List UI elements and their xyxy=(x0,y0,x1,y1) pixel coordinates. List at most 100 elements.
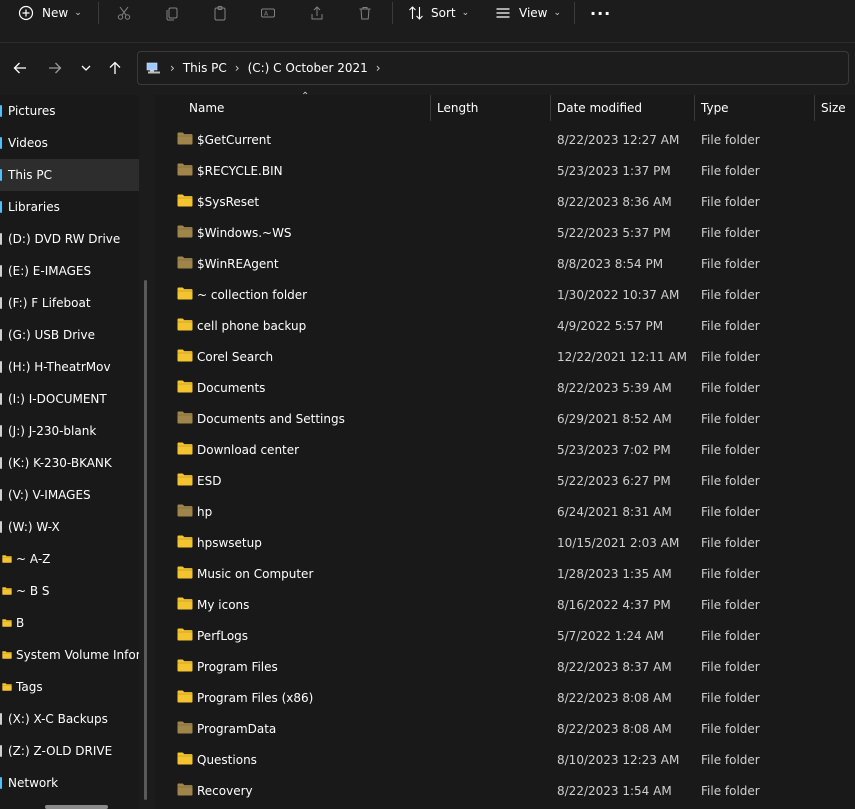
sidebar-item[interactable]: (W:) W-X xyxy=(0,511,139,543)
column-divider[interactable] xyxy=(430,95,431,121)
file-row[interactable]: Program Files 8/22/2023 8:37 AM File folde… xyxy=(155,651,855,682)
file-row[interactable]: Download center 5/23/2023 7:02 PM File fol… xyxy=(155,434,855,465)
sidebar-item-label: ~ A-Z xyxy=(16,552,51,566)
file-type: File folder xyxy=(701,380,760,395)
file-date-modified: 1/30/2022 10:37 AM xyxy=(557,287,680,302)
file-row[interactable]: $Windows.~WS 5/22/2023 5:37 PM File folder xyxy=(155,217,855,248)
folder-icon xyxy=(177,194,193,207)
file-row[interactable]: cell phone backup 4/9/2022 5:57 PM File fo… xyxy=(155,310,855,341)
file-name: $WinREAgent xyxy=(197,256,279,271)
column-divider[interactable] xyxy=(550,95,551,121)
drive-icon xyxy=(0,425,2,437)
navigation-row: › This PC › (C:) C October 2021 › xyxy=(0,42,855,93)
sidebar-scrollbar[interactable] xyxy=(144,280,147,800)
address-bar[interactable]: › This PC › (C:) C October 2021 › xyxy=(137,51,849,85)
file-type: File folder xyxy=(701,659,760,674)
sidebar-item[interactable]: (K:) K-230-BKANK xyxy=(0,447,139,479)
file-row[interactable]: Documents 8/22/2023 5:39 AM File folder xyxy=(155,372,855,403)
copy-button[interactable] xyxy=(164,0,180,26)
column-header-date-modified[interactable]: Date modified xyxy=(557,95,642,121)
sidebar-item-label: (F:) F Lifeboat xyxy=(8,296,91,310)
up-button[interactable] xyxy=(106,59,124,77)
sort-button[interactable]: Sort ⌄ xyxy=(408,0,469,26)
breadcrumb-this-pc[interactable]: This PC xyxy=(183,61,227,75)
sidebar-item[interactable]: (E:) E-IMAGES xyxy=(0,255,139,287)
rename-button[interactable]: A xyxy=(260,0,276,26)
sidebar-item[interactable]: (Z:) Z-OLD DRIVE xyxy=(0,735,139,767)
sidebar-item[interactable]: Pictures xyxy=(0,95,139,127)
sidebar-item[interactable]: Network xyxy=(0,767,139,799)
file-name: ProgramData xyxy=(197,721,277,736)
sidebar-horizontal-scrollbar[interactable] xyxy=(45,805,108,809)
sidebar-item[interactable]: System Volume Inform xyxy=(0,639,139,671)
pane-splitter[interactable] xyxy=(139,95,155,809)
column-header-length[interactable]: Length xyxy=(437,95,478,121)
file-row[interactable]: $SysReset 8/22/2023 8:36 AM File folder xyxy=(155,186,855,217)
sidebar-item[interactable]: This PC xyxy=(0,159,139,191)
file-name: Documents xyxy=(197,380,266,395)
forward-button[interactable] xyxy=(46,59,64,77)
share-button[interactable] xyxy=(309,0,325,26)
sidebar-item[interactable]: Libraries xyxy=(0,191,139,223)
sidebar-item[interactable]: Tags xyxy=(0,671,139,703)
sidebar-item[interactable]: (J:) J-230-blank xyxy=(0,415,139,447)
sidebar-item[interactable]: (D:) DVD RW Drive xyxy=(0,223,139,255)
new-button[interactable]: New ⌄ xyxy=(18,0,82,26)
file-row[interactable]: $WinREAgent 8/8/2023 8:54 PM File folder xyxy=(155,248,855,279)
file-name: Program Files (x86) xyxy=(197,690,314,705)
sidebar-item-label: ~ B S xyxy=(16,584,50,598)
breadcrumb-c-drive[interactable]: (C:) C October 2021 xyxy=(248,61,368,75)
column-header-type[interactable]: Type xyxy=(701,95,729,121)
sidebar-item[interactable]: Videos xyxy=(0,127,139,159)
file-row[interactable]: ~ collection folder 1/30/2022 10:37 AM Fil… xyxy=(155,279,855,310)
delete-button[interactable] xyxy=(357,0,373,26)
paste-button[interactable] xyxy=(212,0,228,26)
sidebar-item[interactable]: ~ A-Z xyxy=(0,543,139,575)
column-header-size[interactable]: Size xyxy=(821,95,846,121)
sidebar-item-label: (J:) J-230-blank xyxy=(8,424,97,438)
scissors-icon xyxy=(117,6,131,20)
folder-icon xyxy=(177,783,193,796)
cut-button[interactable] xyxy=(116,0,132,26)
file-row[interactable]: Recovery 8/22/2023 1:54 AM File folder xyxy=(155,775,855,806)
sidebar-item[interactable]: (I:) I-DOCUMENT xyxy=(0,383,139,415)
sidebar-item[interactable]: (X:) X-C Backups xyxy=(0,703,139,735)
file-row[interactable]: Questions 8/10/2023 12:23 AM File folder xyxy=(155,744,855,775)
sidebar-item[interactable]: ~ B S xyxy=(0,575,139,607)
file-row[interactable]: $GetCurrent 8/22/2023 12:27 AM File folder xyxy=(155,124,855,155)
file-name: Program Files xyxy=(197,659,278,674)
sidebar-item[interactable]: (G:) USB Drive xyxy=(0,319,139,351)
drive-icon xyxy=(0,521,2,533)
sidebar-item-label: (X:) X-C Backups xyxy=(8,712,108,726)
column-divider[interactable] xyxy=(814,95,815,121)
file-row[interactable]: Documents and Settings 6/29/2021 8:52 AM F… xyxy=(155,403,855,434)
file-date-modified: 4/9/2022 5:57 PM xyxy=(557,318,664,333)
plus-circle-icon xyxy=(18,5,34,21)
file-date-modified: 8/8/2023 8:54 PM xyxy=(557,256,664,271)
recent-locations-button[interactable] xyxy=(77,59,95,77)
file-row[interactable]: Program Files (x86) 8/22/2023 8:08 AM File… xyxy=(155,682,855,713)
file-row[interactable]: hpswsetup 10/15/2021 2:03 AM File folder xyxy=(155,527,855,558)
file-row[interactable]: ProgramData 8/22/2023 8:08 AM File folder xyxy=(155,713,855,744)
sidebar-item[interactable]: (H:) H-TheatrMov xyxy=(0,351,139,383)
view-button[interactable]: View ⌄ xyxy=(495,0,561,26)
file-row[interactable]: hp 6/24/2021 8:31 AM File folder xyxy=(155,496,855,527)
file-date-modified: 5/23/2023 7:02 PM xyxy=(557,442,671,457)
folder-icon xyxy=(177,504,193,517)
column-divider[interactable] xyxy=(694,95,695,121)
sort-icon xyxy=(409,6,423,20)
file-row[interactable]: My icons 8/16/2022 4:37 PM File folder xyxy=(155,589,855,620)
column-header-name[interactable]: Name xyxy=(189,95,224,121)
file-name: Documents and Settings xyxy=(197,411,345,426)
sidebar-item[interactable]: (F:) F Lifeboat xyxy=(0,287,139,319)
file-row[interactable]: ESD 5/22/2023 6:27 PM File folder xyxy=(155,465,855,496)
file-row[interactable]: Music on Computer 1/28/2023 1:35 AM File f… xyxy=(155,558,855,589)
sidebar-item[interactable]: (V:) V-IMAGES xyxy=(0,479,139,511)
more-options-button[interactable]: ··· xyxy=(590,0,611,26)
file-row[interactable]: PerfLogs 5/7/2022 1:24 AM File folder xyxy=(155,620,855,651)
file-row[interactable]: $RECYCLE.BIN 5/23/2023 1:37 PM File folder xyxy=(155,155,855,186)
folder-icon xyxy=(177,411,193,424)
back-button[interactable] xyxy=(11,59,29,77)
sidebar-item[interactable]: B xyxy=(0,607,139,639)
file-row[interactable]: Corel Search 12/22/2021 12:11 AM File fold… xyxy=(155,341,855,372)
